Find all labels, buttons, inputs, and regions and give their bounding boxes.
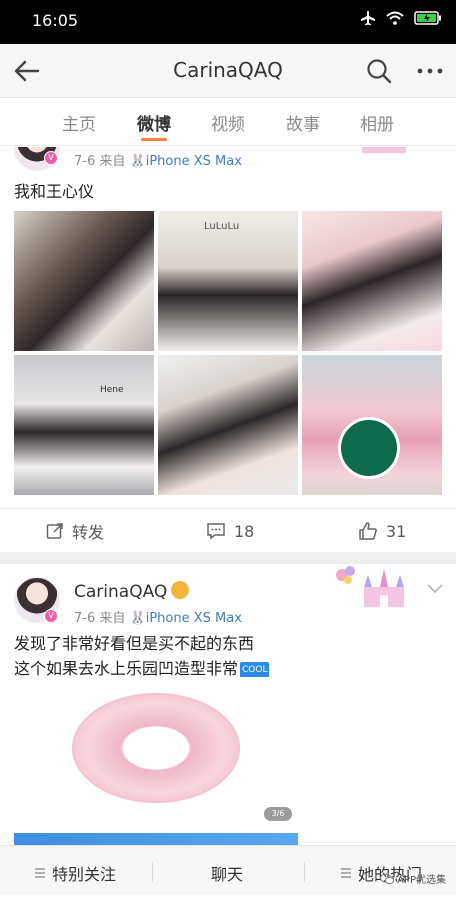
menu-lines-icon xyxy=(341,868,351,878)
airplane-icon xyxy=(361,11,375,26)
post-image[interactable]: 3/6 xyxy=(14,677,298,845)
wechat-icon xyxy=(380,873,395,884)
chat-button[interactable]: 聊天 xyxy=(211,861,243,885)
watermark-text: APP优选集 xyxy=(397,875,446,886)
photo-3[interactable] xyxy=(302,211,442,351)
cool-emoji-icon: COOL xyxy=(240,662,270,678)
source-prefix: 来自 xyxy=(99,154,126,169)
photo-sticker-text: Hene xyxy=(100,385,124,395)
tab-home[interactable]: 主页 xyxy=(62,110,96,135)
separator xyxy=(152,862,153,882)
post-meta: 7-6 来自 🐰iPhone XS Max xyxy=(74,150,242,169)
cup-logo xyxy=(338,417,400,479)
more-icon[interactable] xyxy=(414,56,446,86)
photo-5[interactable] xyxy=(158,355,298,495)
castle-decoration-icon xyxy=(336,566,404,607)
chevron-down-icon[interactable] xyxy=(426,583,444,595)
post-date: 7-6 xyxy=(74,611,96,626)
repost-icon xyxy=(46,523,63,539)
search-icon[interactable] xyxy=(364,56,394,86)
post-meta: 7-6 来自 🐰iPhone XS Max xyxy=(74,607,242,626)
rabbit-icon: 🐰 xyxy=(129,611,146,626)
bottom-bar: 特别关注 聊天 她的热门 APP优选集 xyxy=(0,845,456,895)
tab-album[interactable]: 相册 xyxy=(360,110,394,135)
status-icons xyxy=(360,10,442,26)
next-image-preview[interactable] xyxy=(14,833,298,845)
float-ring xyxy=(72,693,240,803)
status-time: 16:05 xyxy=(32,11,79,30)
photo-sticker-text: LuLuLu xyxy=(204,221,240,232)
tab-active-indicator xyxy=(141,138,167,141)
chat-label: 聊天 xyxy=(211,865,244,884)
post-divider xyxy=(0,552,456,564)
image-page-indicator: 3/6 xyxy=(264,807,292,821)
bottom-strip xyxy=(0,895,456,899)
like-button[interactable]: 31 xyxy=(358,509,406,553)
repost-button[interactable]: 转发 xyxy=(46,509,104,553)
photo-6[interactable] xyxy=(302,355,442,495)
nav-bar: CarinaQAQ xyxy=(0,44,456,98)
comment-count: 18 xyxy=(234,521,255,541)
post-actions: 转发 18 31 xyxy=(0,508,456,552)
repost-label: 转发 xyxy=(72,523,105,542)
verified-badge: V xyxy=(44,609,58,623)
special-follow-button[interactable]: 特别关注 xyxy=(34,861,116,885)
verified-badge: V xyxy=(44,151,58,165)
comment-button[interactable]: 18 xyxy=(206,509,254,553)
source-prefix: 来自 xyxy=(99,611,126,626)
post-source[interactable]: iPhone XS Max xyxy=(146,611,242,626)
photo-1[interactable] xyxy=(14,211,154,351)
tab-video[interactable]: 视频 xyxy=(211,110,245,135)
photo-4[interactable]: Hene xyxy=(14,355,154,495)
watermark: APP优选集 xyxy=(380,871,446,886)
rabbit-icon: 🐰 xyxy=(129,154,146,169)
like-icon xyxy=(359,522,377,540)
post-text: 我和王心仪 xyxy=(14,182,95,201)
username-text: CarinaQAQ xyxy=(74,582,168,602)
post-date: 7-6 xyxy=(74,154,96,169)
comment-icon xyxy=(207,523,225,540)
wifi-icon xyxy=(386,11,404,25)
special-follow-label: 特别关注 xyxy=(52,865,117,884)
like-count: 31 xyxy=(386,521,407,541)
separator xyxy=(304,862,305,882)
tab-weibo[interactable]: 微博 xyxy=(137,110,171,135)
feed[interactable]: V 7-6 来自 🐰iPhone XS Max 我和王心仪 LuLuLu Hen… xyxy=(0,147,456,845)
post-text-fragment: 这个如果去水上乐园凹造型非常 xyxy=(14,659,239,678)
status-bar: 16:05 xyxy=(0,0,456,44)
post-text-line: 发现了非常好看但是买不起的东西 xyxy=(14,634,255,653)
post-text: 发现了非常好看但是买不起的东西 这个如果去水上乐园凹造型非常 COOL xyxy=(14,631,270,681)
photo-2[interactable]: LuLuLu xyxy=(158,211,298,351)
tab-story[interactable]: 故事 xyxy=(286,110,320,135)
username[interactable]: CarinaQAQ xyxy=(74,581,190,602)
battery-icon xyxy=(414,11,441,25)
member-badge-icon xyxy=(171,581,190,599)
castle-decoration-icon xyxy=(362,147,406,153)
menu-lines-icon xyxy=(35,868,45,878)
profile-tabs: 主页 微博 视频 故事 相册 xyxy=(0,98,456,146)
post-source[interactable]: iPhone XS Max xyxy=(146,154,242,169)
